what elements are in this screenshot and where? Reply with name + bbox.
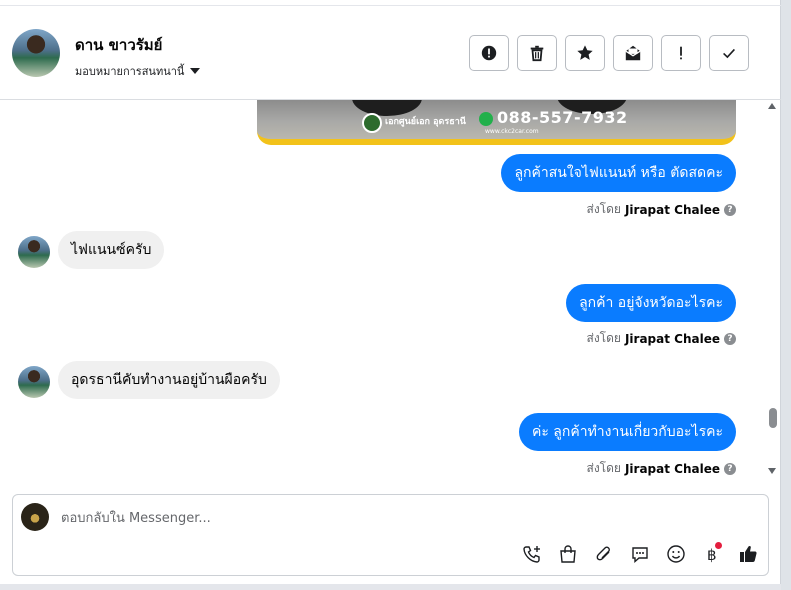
reply-composer: ฿ bbox=[12, 494, 769, 576]
contact-avatar-small[interactable] bbox=[18, 236, 50, 268]
sent-by-label: ส่งโดย Jirapat Chalee ? bbox=[586, 200, 736, 219]
conversation-actions bbox=[469, 35, 749, 71]
envelope-open-icon bbox=[625, 45, 641, 61]
scroll-up-arrow-icon[interactable] bbox=[768, 103, 776, 109]
image-site-text: www.ckc2car.com bbox=[485, 128, 539, 135]
thumbs-up-icon bbox=[740, 545, 757, 562]
help-icon[interactable]: ? bbox=[724, 203, 736, 216]
outgoing-message[interactable]: ค่ะ ลูกค้าทำงานเกี่ยวกับอะไรคะ bbox=[518, 413, 736, 451]
saved-replies-button[interactable] bbox=[627, 541, 653, 567]
outgoing-message[interactable]: ลูกค้า อยู่จังหวัดอะไรคะ bbox=[566, 284, 736, 322]
incoming-message[interactable]: อุดรธานีคับทำงานอยู่บ้านผือครับ bbox=[58, 361, 280, 399]
page-avatar bbox=[21, 503, 49, 531]
mark-done-button[interactable] bbox=[709, 35, 749, 71]
scrollbar-thumb[interactable] bbox=[769, 408, 777, 428]
shop-button[interactable] bbox=[555, 541, 581, 567]
message-list[interactable]: เอกศูนย์เอก อุดรธานี 088-557-7932 www.ck… bbox=[0, 100, 781, 482]
sent-by-prefix: ส่งโดย bbox=[586, 331, 621, 345]
star-icon bbox=[577, 45, 593, 60]
emoji-button[interactable] bbox=[663, 541, 689, 567]
mark-unread-button[interactable] bbox=[613, 35, 653, 71]
exclamation-icon bbox=[680, 46, 682, 60]
reply-input[interactable] bbox=[61, 507, 661, 529]
checkmark-icon bbox=[723, 48, 735, 59]
call-add-icon bbox=[523, 546, 540, 563]
composer-toolbar: ฿ bbox=[519, 541, 761, 567]
image-brand-text: เอกศูนย์เอก อุดรธานี bbox=[385, 117, 466, 127]
svg-text:฿: ฿ bbox=[707, 546, 717, 564]
contact-avatar-small[interactable] bbox=[18, 366, 50, 398]
delete-button[interactable] bbox=[517, 35, 557, 71]
sender-name[interactable]: Jirapat Chalee bbox=[625, 332, 720, 346]
saved-reply-icon bbox=[632, 547, 648, 564]
caret-down-icon bbox=[190, 68, 201, 74]
like-button[interactable] bbox=[735, 541, 761, 567]
notification-dot bbox=[715, 542, 722, 549]
whatsapp-icon bbox=[479, 112, 493, 126]
conversation-header: ดาน ขาวรัมย์ มอบหมายการสนทนานี้ bbox=[0, 6, 781, 100]
mark-spam-button[interactable] bbox=[469, 35, 509, 71]
exclamation-circle-icon bbox=[481, 45, 497, 61]
outgoing-message[interactable]: ลูกค้าสนใจไฟแนนท์ หรือ ตัดสดคะ bbox=[501, 154, 736, 192]
trash-icon bbox=[530, 45, 544, 62]
image-phone-text: 088-557-7932 bbox=[497, 108, 628, 127]
assign-label: มอบหมายการสนทนานี้ bbox=[75, 65, 185, 78]
sender-name[interactable]: Jirapat Chalee bbox=[625, 203, 720, 217]
sent-by-prefix: ส่งโดย bbox=[586, 202, 621, 216]
image-attachment[interactable]: เอกศูนย์เอก อุดรธานี 088-557-7932 www.ck… bbox=[257, 100, 736, 145]
follow-up-button[interactable] bbox=[661, 35, 701, 71]
help-icon[interactable]: ? bbox=[724, 462, 736, 475]
paperclip-icon bbox=[596, 546, 610, 561]
window-edge bbox=[781, 0, 791, 590]
attach-button[interactable] bbox=[591, 541, 617, 567]
incoming-message[interactable]: ไฟแนนซ์ครับ bbox=[58, 231, 165, 269]
help-icon[interactable]: ? bbox=[724, 332, 736, 345]
scroll-down-arrow-icon[interactable] bbox=[768, 468, 776, 474]
contact-avatar[interactable] bbox=[12, 29, 60, 77]
sender-name[interactable]: Jirapat Chalee bbox=[625, 462, 720, 476]
sent-by-prefix: ส่งโดย bbox=[586, 461, 621, 475]
call-add-button[interactable] bbox=[519, 541, 545, 567]
shopping-bag-icon bbox=[560, 545, 576, 563]
sent-by-label: ส่งโดย Jirapat Chalee ? bbox=[586, 459, 736, 478]
assign-conversation-dropdown[interactable]: มอบหมายการสนทนานี้ bbox=[75, 62, 201, 80]
star-button[interactable] bbox=[565, 35, 605, 71]
payment-button[interactable]: ฿ bbox=[699, 541, 725, 567]
emoji-icon bbox=[667, 545, 685, 563]
contact-name[interactable]: ดาน ขาวรัมย์ bbox=[75, 33, 162, 57]
sent-by-label: ส่งโดย Jirapat Chalee ? bbox=[586, 329, 736, 348]
bottom-edge bbox=[0, 584, 781, 590]
dealer-logo-icon bbox=[362, 113, 382, 133]
